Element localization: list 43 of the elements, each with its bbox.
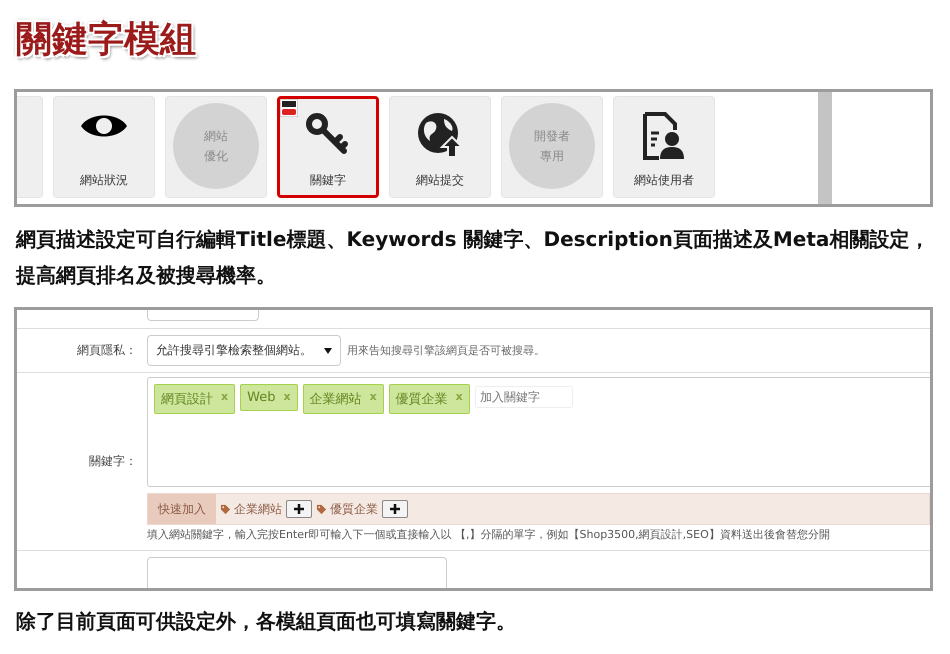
remove-tag-button[interactable]: x	[283, 390, 291, 405]
tag-icon	[316, 504, 327, 514]
page-title: 關鍵字模組	[16, 18, 196, 62]
plus-icon	[390, 504, 400, 514]
quick-tag-text: 企業網站	[234, 500, 282, 518]
keyword-tag: 網頁設計 x	[154, 384, 236, 414]
module-tile[interactable]: 關鍵字	[277, 96, 379, 198]
module-tile[interactable]: 網站提交	[389, 96, 491, 198]
user-document-icon	[642, 111, 686, 161]
keyword-tag: Web x	[240, 384, 298, 411]
help-text: 填入網站關鍵字，輸入完按Enter即可輸入下一個或直接輸入以 【,】分隔的單字，例如【Shop3500,網頁設計,SEO】資料送出後會替您分開	[147, 527, 831, 542]
add-button[interactable]	[286, 500, 312, 518]
module-tile[interactable]: 開發者專用	[501, 96, 603, 198]
module-label: 關鍵字	[310, 172, 346, 189]
keyword-tag: 企業網站 x	[302, 384, 384, 414]
privacy-select[interactable]: 允許搜尋引擎檢索整個網站。	[147, 335, 341, 366]
keyword-tag: 優質企業 x	[388, 384, 470, 414]
module-label: 網站提交	[416, 172, 464, 189]
caret-icon	[324, 348, 332, 354]
field-hint: 用來告知搜尋引擎該網頁是否可被搜尋。	[347, 343, 545, 358]
field-label: 關鍵字：	[88, 453, 137, 470]
module-label: 網站使用者	[634, 172, 694, 189]
module-tile[interactable]: 網站使用者	[613, 96, 715, 198]
remove-tag-button[interactable]: x	[456, 390, 463, 408]
text-field[interactable]	[147, 310, 259, 321]
field-label: 網頁隱私：	[76, 342, 137, 359]
module-label: 開發者專用	[534, 128, 570, 165]
quick-add-label: 快速加入	[148, 494, 216, 524]
footer-paragraph: 除了目前頁面可供設定外，各模組頁面也可填寫關鍵字。	[16, 608, 517, 635]
quick-tag-text: 優質企業	[330, 500, 378, 518]
keyword-input[interactable]: 加入關鍵字	[474, 386, 573, 408]
module-label: 網站優化	[204, 128, 228, 165]
module-label: 網站狀況	[80, 172, 128, 189]
keyword-box[interactable]: 網頁設計 x Web x 企業網站 x 優質企業 x 加入關鍵字	[147, 377, 930, 487]
remove-tag-button[interactable]: x	[221, 390, 228, 408]
add-button[interactable]	[382, 500, 408, 518]
plus-icon	[294, 504, 304, 514]
scrollbar[interactable]	[818, 92, 832, 204]
module-tile[interactable]: 網站優化	[165, 96, 267, 198]
remove-tag-button[interactable]: x	[370, 390, 377, 408]
intro-paragraph: 網頁描述設定可自行編輯Title標題、Keywords 關鍵字、Description頁面描述及Meta相關設定，提高網頁排名及被搜尋機率。	[16, 226, 930, 289]
tag-icon	[220, 504, 231, 514]
module-tile[interactable]: 網站狀況	[53, 96, 155, 198]
